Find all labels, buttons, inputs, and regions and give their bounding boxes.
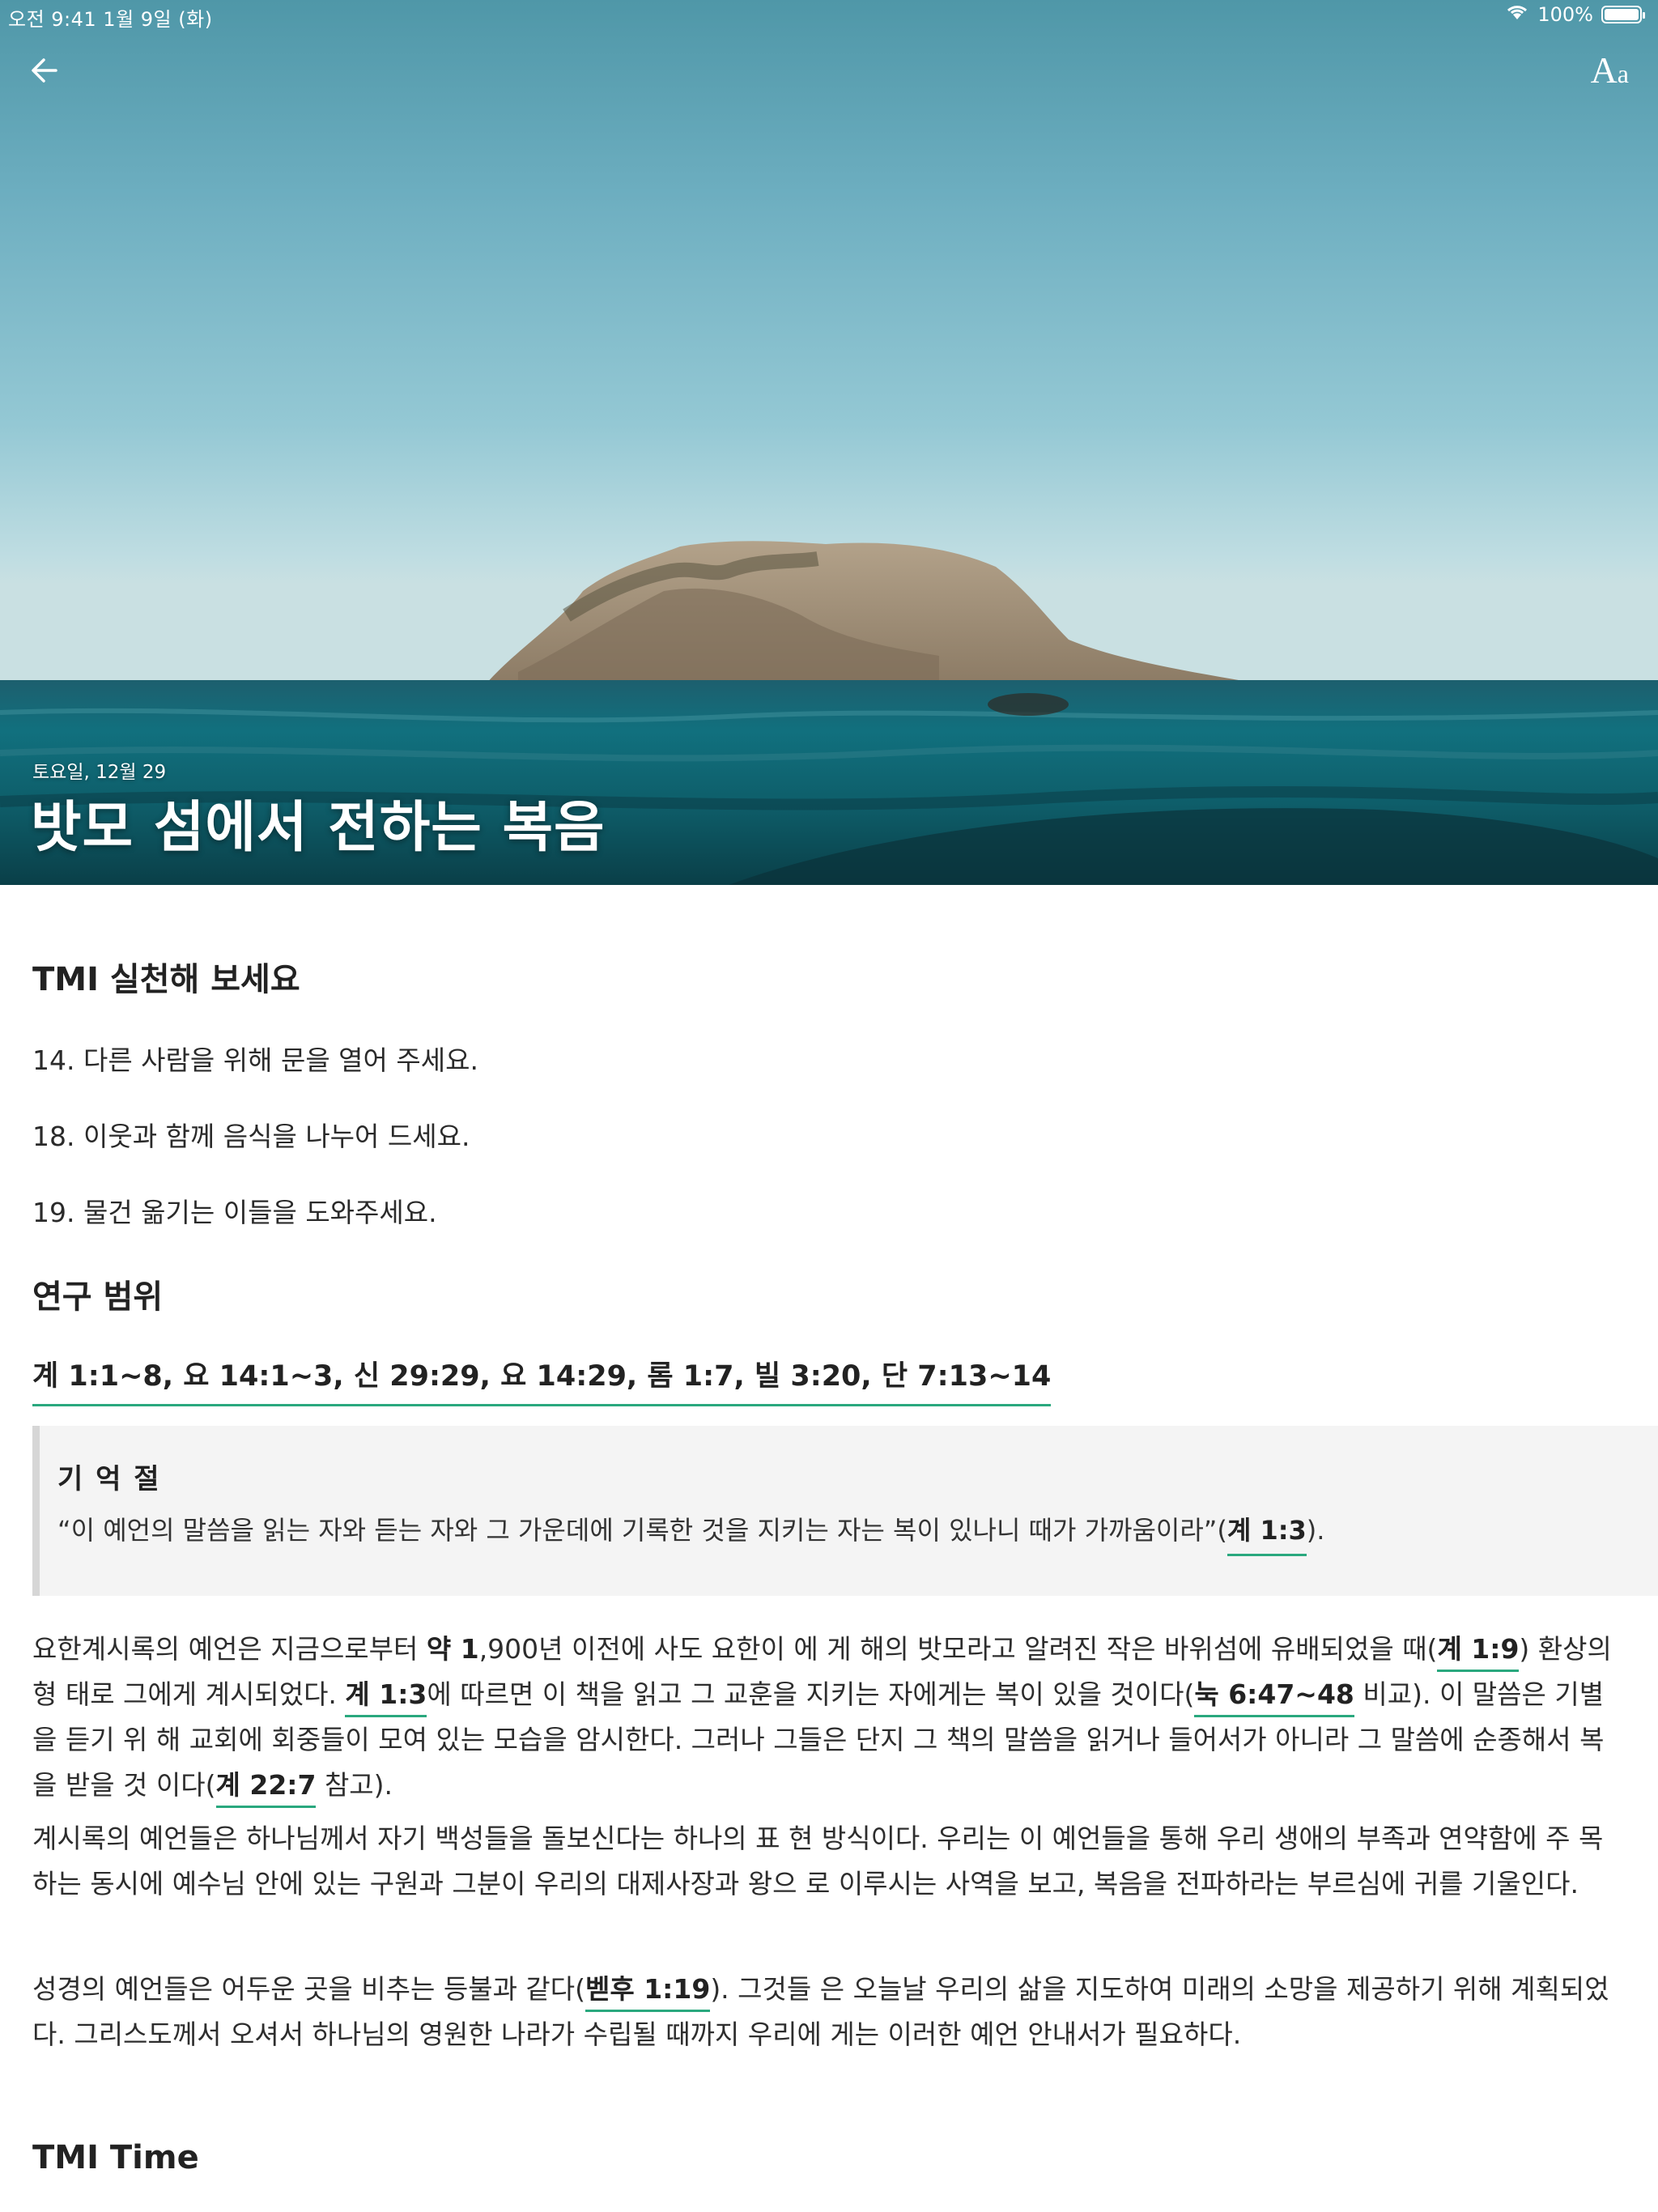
tmi-item: 18. 이웃과 함께 음식을 나누어 드세요. [32, 1121, 470, 1152]
tmi-time-heading: TMI Time [32, 2139, 199, 2176]
verse-link[interactable]: 계 1:3 [345, 1678, 427, 1717]
paragraph-3: 성경의 예언들은 어두운 곳을 비추는 등불과 같다(벧후 1:19). 그것들… [32, 1967, 1626, 2057]
verse-link[interactable]: 계 1:9 [1437, 1633, 1520, 1672]
memory-verse-body: “이 예언의 말씀을 읽는 자와 듣는 자와 그 가운데에 기록한 것을 지키는… [57, 1515, 1227, 1546]
text-run: 성경의 예언들은 어두운 곳을 비추는 등불과 같다( [32, 1973, 586, 2005]
paragraph-1: 요한계시록의 예언은 지금으로부터 약 1,900년 이전에 사도 요한이 에 … [32, 1627, 1626, 1808]
memory-verse-text: “이 예언의 말씀을 읽는 자와 듣는 자와 그 가운데에 기록한 것을 지키는… [57, 1510, 1325, 1556]
verse-link[interactable]: 벧후 1:19 [585, 1973, 711, 2012]
status-bar: 오전 9:41 1월 9일 (화) 100% [0, 0, 1658, 32]
font-size-button[interactable]: A a [1591, 50, 1629, 91]
study-range-heading: 연구 범위 [32, 1278, 164, 1316]
memory-verse-end: ). [1306, 1515, 1325, 1546]
wifi-icon [1505, 3, 1529, 26]
tmi-heading: TMI 실천해 보세요 [32, 961, 300, 998]
verse-link[interactable]: 눅 6:47~48 [1194, 1678, 1354, 1717]
hero-image: 오전 9:41 1월 9일 (화) 100% A a 토요일, 12월 29 밧… [0, 0, 1658, 885]
battery-icon [1601, 6, 1645, 23]
verse-link[interactable]: 계 22:7 [215, 1769, 317, 1808]
text-run: 참고). [316, 1769, 393, 1801]
back-button[interactable] [24, 50, 65, 91]
verse-link[interactable]: 계 1:3 [1226, 1515, 1307, 1556]
battery-percent: 100% [1537, 3, 1593, 26]
memory-verse-title: 기 억 절 [57, 1463, 161, 1495]
status-right: 100% [1505, 3, 1645, 26]
bold-text: 약 1 [426, 1633, 479, 1665]
tmi-item: 19. 물건 옮기는 이들을 도와주세요. [32, 1197, 437, 1228]
text-run: ,900년 이전에 사도 요한이 에 게 해의 밧모라고 알려진 작은 바위섬에… [478, 1633, 1438, 1665]
memory-verse-box: 기 억 절 “이 예언의 말씀을 읽는 자와 듣는 자와 그 가운데에 기록한 … [32, 1426, 1658, 1596]
status-time: 오전 9:41 1월 9일 (화) [8, 8, 213, 31]
island-scene [0, 541, 1658, 885]
text-run: 요한계시록의 예언은 지금으로부터 [32, 1633, 427, 1665]
lesson-date: 토요일, 12월 29 [32, 762, 167, 783]
text-run: 에 따르면 이 책을 읽고 그 교훈을 지키는 자에게는 복이 있을 것이다( [427, 1678, 1195, 1710]
font-size-icon-big: A [1590, 49, 1618, 91]
tmi-item: 14. 다른 사람을 위해 문을 열어 주세요. [32, 1044, 478, 1076]
font-size-icon-small: a [1617, 59, 1629, 88]
lesson-title: 밧모 섬에서 전하는 복음 [31, 796, 606, 860]
arrow-left-icon [32, 58, 57, 83]
study-range-references[interactable]: 계 1:1~8, 요 14:1~3, 신 29:29, 요 14:29, 롬 1… [32, 1353, 1052, 1406]
paragraph-2: 계시록의 예언들은 하나님께서 자기 백성들을 돌보신다는 하나의 표 현 방식… [32, 1823, 1604, 1899]
